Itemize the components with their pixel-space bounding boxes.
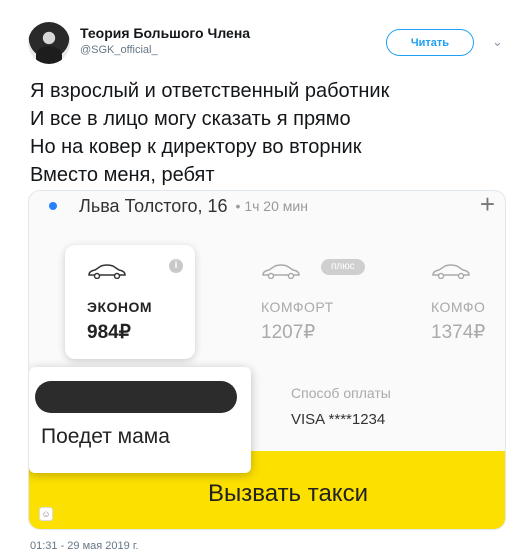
route-bar: Льва Толстого, 16 • 1ч 20 мин bbox=[49, 191, 489, 221]
popup-text: Поедет мама bbox=[41, 425, 170, 448]
location-dot-icon bbox=[49, 202, 57, 210]
tweet-timestamp[interactable]: 01:31 - 29 мая 2019 г. bbox=[30, 540, 139, 552]
media-badge-icon[interactable]: ☺ bbox=[39, 507, 53, 521]
info-icon: i bbox=[169, 259, 183, 273]
tariff-card-comfort: плюс КОМФОРТ 1207₽ bbox=[239, 245, 369, 359]
tariff-price: 984₽ bbox=[87, 322, 131, 343]
author-handle[interactable]: @SGK_official_ bbox=[80, 44, 250, 56]
tariff-card-econom: i ЭКОНОМ 984₽ bbox=[65, 245, 195, 359]
route-eta: • 1ч 20 мин bbox=[235, 198, 308, 214]
redacted-bar bbox=[35, 381, 237, 413]
tariff-price: 1207₽ bbox=[261, 322, 316, 343]
tariff-name: ЭКОНОМ bbox=[87, 299, 153, 315]
tweet-header: Теория Большого Члена @SGK_official_ Чит… bbox=[28, 18, 508, 68]
follow-button[interactable]: Читать bbox=[386, 29, 474, 56]
car-icon bbox=[261, 263, 301, 280]
popup-card: Поедет мама bbox=[29, 367, 251, 473]
tweet-line: И все в лицо могу сказать я прямо bbox=[30, 108, 351, 130]
avatar[interactable] bbox=[28, 22, 70, 64]
tariff-name: КОМФОРТ bbox=[261, 299, 334, 315]
payment-value: VISA ****1234 bbox=[291, 411, 386, 428]
payment-label: Способ оплаты bbox=[291, 385, 391, 401]
tariff-name: КОМФО bbox=[431, 299, 486, 315]
tweet-line: Я взрослый и ответственный работник bbox=[30, 80, 390, 102]
tweet-line: Вместо меня, ребят bbox=[30, 164, 215, 186]
tweet-text: Я взрослый и ответственный работник И вс… bbox=[30, 77, 389, 189]
tariff-price: 1374₽ bbox=[431, 322, 486, 343]
plus-badge: плюс bbox=[321, 259, 365, 275]
plus-icon: + bbox=[479, 190, 495, 219]
tweet-line: Но на ковер к директору во вторник bbox=[30, 136, 362, 158]
author-block[interactable]: Теория Большого Члена @SGK_official_ bbox=[80, 25, 250, 56]
author-name[interactable]: Теория Большого Члена bbox=[80, 25, 250, 41]
car-icon bbox=[87, 263, 127, 280]
chevron-down-icon[interactable]: ⌄ bbox=[492, 34, 503, 50]
route-address: Льва Толстого, 16 bbox=[79, 195, 228, 216]
call-taxi-label: Вызвать такси bbox=[208, 480, 368, 507]
car-icon bbox=[431, 263, 471, 280]
tariff-card-comfort-plus: КОМФО 1374₽ bbox=[409, 245, 505, 359]
media-image[interactable]: Льва Толстого, 16 • 1ч 20 мин + i ЭКОНОМ… bbox=[28, 190, 506, 530]
